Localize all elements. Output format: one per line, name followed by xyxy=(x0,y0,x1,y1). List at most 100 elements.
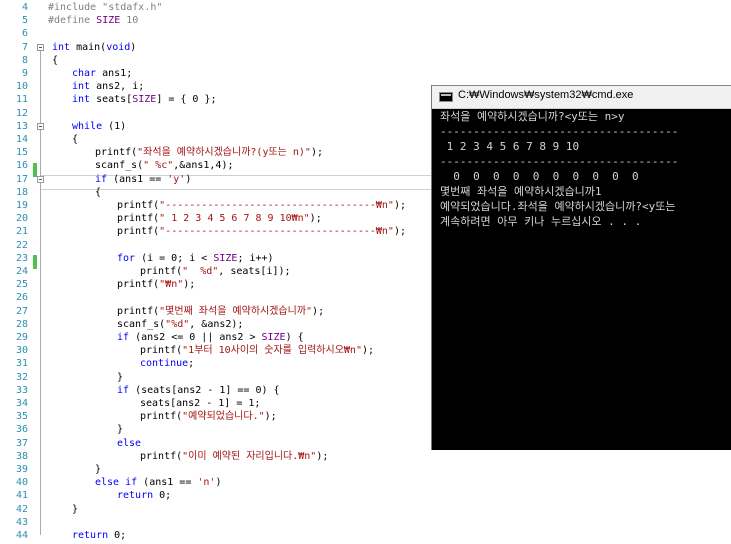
code-token: { xyxy=(72,134,79,145)
console-titlebar[interactable]: C:₩Windows₩system32₩cmd.exe xyxy=(432,86,731,109)
console-line: 몇번째 좌석을 예약하시겠습니까1 xyxy=(440,185,602,198)
console-line: 예약되었습니다.좌석을 예약하시겠습니까?<y또는 xyxy=(440,200,676,213)
code-token: printf( xyxy=(95,147,138,159)
code-token: ); xyxy=(183,279,196,291)
code-token: "좌석을 예약하시겠습니까?(y또는 n)" xyxy=(137,147,311,159)
code-token: seats[ans2 - 1] = 1; xyxy=(140,398,261,409)
code-token: scanf_s( xyxy=(95,160,144,172)
code-token: (i = 0; i < xyxy=(135,252,214,264)
code-token: 0; xyxy=(153,490,172,502)
code-token: (1) xyxy=(102,120,127,132)
code-token: int xyxy=(72,81,91,93)
code-token: "-----------------------------------₩n" xyxy=(159,226,394,238)
code-token: if xyxy=(117,384,130,396)
console-output: 좌석을 예약하시겠습니까?<y또는 n>y -------------------… xyxy=(440,110,731,450)
code-line: { xyxy=(95,185,101,201)
console-line: 좌석을 예약하시겠습니까?<y또는 n>y xyxy=(440,110,625,123)
code-line: while (1) xyxy=(72,119,126,135)
code-line: printf("이미 예약된 자리입니다.₩n"); xyxy=(140,449,328,465)
code-token: 'y' xyxy=(167,173,186,185)
line-number: 44 xyxy=(15,530,28,541)
code-token: "₩n" xyxy=(159,279,184,291)
code-token: if xyxy=(117,332,130,343)
code-token: (ans1 == xyxy=(137,477,198,489)
code-token: ); xyxy=(310,147,323,159)
code-token: ); xyxy=(312,305,325,317)
code-token: ,&ans1,4); xyxy=(173,160,234,172)
code-token: ); xyxy=(264,411,277,423)
code-token: continue xyxy=(140,358,189,370)
code-token: 0; xyxy=(108,530,127,541)
console-line: ------------------------------------ xyxy=(440,155,679,168)
change-marker xyxy=(33,255,37,269)
code-token: else xyxy=(117,437,142,449)
code-token: } xyxy=(117,371,124,383)
code-token: scanf_s( xyxy=(117,318,166,330)
code-token: "-----------------------------------₩n" xyxy=(159,200,394,211)
code-token: #include "stdafx.h" xyxy=(48,2,163,13)
code-line: else xyxy=(117,436,141,452)
code-token: " %d" xyxy=(182,266,219,277)
code-token: (seats[ans2 - 1] == 0) { xyxy=(129,384,280,396)
code-token: while xyxy=(72,120,103,132)
code-token: ); xyxy=(316,450,329,462)
code-line: { xyxy=(52,53,58,69)
console-line: 계속하려면 아무 키나 누르십시오 . . . xyxy=(440,215,642,228)
code-token: } xyxy=(95,464,102,475)
change-marker-bar xyxy=(33,0,38,544)
code-token: ); xyxy=(393,226,407,238)
code-token: return xyxy=(72,530,109,541)
code-token: printf( xyxy=(140,266,183,277)
code-token: if xyxy=(95,173,108,185)
code-token: printf( xyxy=(140,411,183,423)
code-line: #define SIZE 10 xyxy=(48,13,138,29)
code-token: ) xyxy=(185,173,192,185)
code-token: printf( xyxy=(140,450,183,462)
code-token: "몇번째 좌석을 예약하시겠습니까" xyxy=(159,305,313,317)
code-token: printf( xyxy=(117,200,160,211)
code-token: 'n' xyxy=(197,477,216,489)
code-token: seats[ xyxy=(90,94,133,106)
console-line: 0 0 0 0 0 0 0 0 0 0 xyxy=(440,170,639,183)
code-token: ); xyxy=(309,213,322,225)
code-token: , &ans2); xyxy=(189,318,244,330)
code-token: ; i++) xyxy=(237,252,274,264)
code-token: 10 xyxy=(120,15,139,27)
code-line: return 0; xyxy=(117,488,171,504)
code-token: "예약되었습니다." xyxy=(182,411,265,423)
console-app-icon xyxy=(439,92,453,102)
code-line: } xyxy=(72,502,78,518)
console-window[interactable]: C:₩Windows₩system32₩cmd.exe 좌석을 예약하시겠습니까… xyxy=(431,85,731,450)
code-token: SIZE xyxy=(132,94,157,106)
code-token: , seats[i]); xyxy=(218,266,291,277)
code-token: ] = { 0 }; xyxy=(156,94,217,106)
code-token: (ans1 == xyxy=(107,173,168,185)
code-token: ) { xyxy=(285,332,304,343)
code-line: printf("예약되었습니다."); xyxy=(140,409,277,425)
code-token: ); xyxy=(393,200,407,211)
code-token: printf( xyxy=(117,305,160,317)
code-token: " %c" xyxy=(143,160,174,172)
code-token: } xyxy=(117,424,124,436)
code-token: "%d" xyxy=(165,318,190,330)
code-token: printf( xyxy=(117,213,160,225)
code-token: return xyxy=(117,490,154,502)
code-token: void xyxy=(106,41,131,53)
code-token: for xyxy=(117,252,136,264)
code-token: int xyxy=(72,94,91,106)
code-token: } xyxy=(72,503,79,515)
code-token: SIZE xyxy=(261,332,286,343)
console-line: 1 2 3 4 5 6 7 8 9 10 xyxy=(440,140,580,153)
code-token: (ans2 <= 0 || ans2 > xyxy=(129,332,262,343)
code-line: if (ans1 == 'y') xyxy=(95,172,191,188)
code-line: printf("--------------------------------… xyxy=(117,224,406,240)
code-token: else if xyxy=(95,477,138,489)
code-token: "이미 예약된 자리입니다.₩n" xyxy=(182,450,317,462)
code-token: printf( xyxy=(117,279,160,291)
code-line: int main(void) xyxy=(52,40,136,56)
code-token: "1부터 10사이의 숫자를 입력하시오₩n" xyxy=(182,345,362,357)
code-token: int xyxy=(52,41,71,53)
code-line: return 0; xyxy=(72,528,126,544)
code-line: int seats[SIZE] = { 0 }; xyxy=(72,92,217,108)
code-token: { xyxy=(52,54,59,66)
